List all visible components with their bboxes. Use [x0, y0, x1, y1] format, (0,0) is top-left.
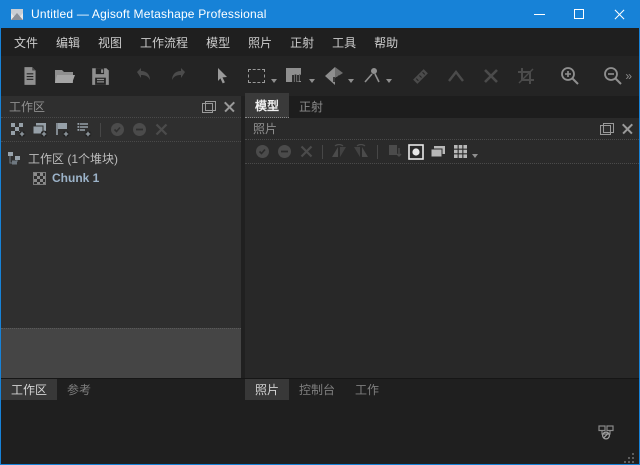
dock-tab-workspace[interactable]: 工作区 [1, 379, 57, 400]
view-mode-dropdown-icon[interactable] [472, 154, 478, 158]
rotate-right-icon[interactable] [350, 142, 372, 162]
dock-tab-reference[interactable]: 参考 [57, 379, 101, 400]
maximize-button[interactable] [559, 0, 599, 28]
photos-pane-header: 照片 [245, 118, 639, 140]
workspace-pane-header: 工作区 [1, 96, 241, 118]
workspace-tree: 工作区 (1个堆块) Chunk 1 [1, 142, 241, 328]
menu-edit[interactable]: 编辑 [47, 29, 89, 56]
dock-tab-photos[interactable]: 照片 [245, 379, 289, 400]
add-camera-group-icon[interactable] [51, 120, 73, 140]
workspace-float-icon[interactable] [202, 101, 216, 113]
network-status-icon[interactable] [598, 425, 615, 440]
photos-list-area[interactable] [245, 164, 639, 378]
menu-file[interactable]: 文件 [5, 29, 47, 56]
photos-toolbar [245, 140, 639, 164]
zoom-in-icon[interactable] [557, 63, 582, 89]
photos-float-icon[interactable] [600, 123, 614, 135]
tree-root-label: 工作区 (1个堆块) [28, 150, 118, 167]
main-area: 工作区 [1, 96, 639, 378]
rotate-object-dropdown-icon[interactable] [348, 79, 354, 83]
app-window: Untitled — Agisoft Metashape Professiona… [0, 0, 640, 465]
titlebar: Untitled — Agisoft Metashape Professiona… [1, 0, 639, 28]
filter-photos-icon[interactable] [383, 142, 405, 162]
open-project-icon[interactable] [52, 63, 77, 89]
menu-ortho[interactable]: 正射 [281, 29, 323, 56]
save-project-icon[interactable] [88, 63, 113, 89]
minimize-button[interactable] [519, 0, 559, 28]
remove-item-icon[interactable] [150, 120, 172, 140]
enable-cameras-icon[interactable] [251, 142, 273, 162]
workspace-toolbar [1, 118, 241, 142]
navigation-dropdown-icon[interactable] [309, 79, 315, 83]
new-project-icon[interactable] [17, 63, 42, 89]
show-thumbnails-icon[interactable] [427, 142, 449, 162]
select-cursor-icon[interactable] [209, 63, 234, 89]
viewport-area: 模型 正射 照片 [245, 96, 639, 378]
dock-tab-jobs[interactable]: 工作 [345, 379, 389, 400]
enable-item-icon[interactable] [106, 120, 128, 140]
status-bar [1, 400, 639, 464]
dock-tab-console[interactable]: 控制台 [289, 379, 345, 400]
main-toolbar: » [1, 56, 639, 96]
view-mode-icon[interactable] [449, 142, 471, 162]
undo-icon[interactable] [131, 63, 156, 89]
menu-tools[interactable]: 工具 [323, 29, 365, 56]
dock-tabs: 工作区 参考 照片 控制台 工作 [1, 378, 639, 400]
workspace-tree-icon [7, 151, 22, 165]
menu-view[interactable]: 视图 [89, 29, 131, 56]
menu-workflow[interactable]: 工作流程 [131, 29, 197, 56]
viewport-tabs: 模型 正射 [245, 96, 639, 118]
rotate-left-icon[interactable] [328, 142, 350, 162]
rectangle-selection-dropdown-icon[interactable] [271, 79, 277, 83]
add-photos-icon[interactable] [29, 120, 51, 140]
toolbar-overflow-icon[interactable]: » [625, 69, 631, 83]
workspace-pane-title: 工作区 [9, 98, 45, 115]
workspace-pane-empty-area [1, 328, 241, 378]
menu-help[interactable]: 帮助 [365, 29, 407, 56]
delete-icon[interactable] [478, 63, 503, 89]
left-dock-tabs: 工作区 参考 [1, 379, 245, 400]
add-chunk-icon[interactable] [7, 120, 29, 140]
add-marker-dropdown-icon[interactable] [386, 79, 392, 83]
menu-model[interactable]: 模型 [197, 29, 239, 56]
show-masks-icon[interactable] [405, 142, 427, 162]
navigation-hand-icon[interactable] [283, 63, 308, 89]
remove-cameras-icon[interactable] [295, 142, 317, 162]
tab-model[interactable]: 模型 [245, 93, 289, 118]
chunk-label: Chunk 1 [52, 171, 99, 185]
app-logo-icon [9, 6, 25, 22]
zoom-out-icon[interactable] [600, 63, 625, 89]
tree-root-row[interactable]: 工作区 (1个堆块) [1, 148, 241, 168]
right-dock-tabs: 照片 控制台 工作 [245, 379, 639, 400]
redo-icon[interactable] [166, 63, 191, 89]
photos-pane-title: 照片 [253, 120, 277, 137]
tree-chunk-row[interactable]: Chunk 1 [1, 168, 241, 188]
add-marker-item-icon[interactable] [73, 120, 95, 140]
crop-icon[interactable] [514, 63, 539, 89]
close-button[interactable] [599, 0, 639, 28]
rectangle-selection-icon[interactable] [244, 63, 269, 89]
resize-grip[interactable] [623, 452, 635, 464]
photos-close-icon[interactable] [622, 123, 633, 134]
window-controls [519, 0, 639, 28]
photos-pane: 照片 [245, 118, 639, 378]
disable-cameras-icon[interactable] [273, 142, 295, 162]
draw-polyline-icon[interactable] [443, 63, 468, 89]
workspace-pane: 工作区 [1, 96, 241, 378]
menu-photo[interactable]: 照片 [239, 29, 281, 56]
rotate-object-icon[interactable] [321, 63, 346, 89]
chunk-icon [33, 172, 46, 185]
workspace-close-icon[interactable] [224, 101, 235, 112]
menubar: 文件 编辑 视图 工作流程 模型 照片 正射 工具 帮助 [1, 28, 639, 56]
add-marker-point-icon[interactable] [360, 63, 385, 89]
ruler-icon[interactable] [408, 63, 433, 89]
tab-ortho[interactable]: 正射 [289, 94, 333, 118]
disable-item-icon[interactable] [128, 120, 150, 140]
window-title: Untitled — Agisoft Metashape Professiona… [31, 7, 267, 21]
